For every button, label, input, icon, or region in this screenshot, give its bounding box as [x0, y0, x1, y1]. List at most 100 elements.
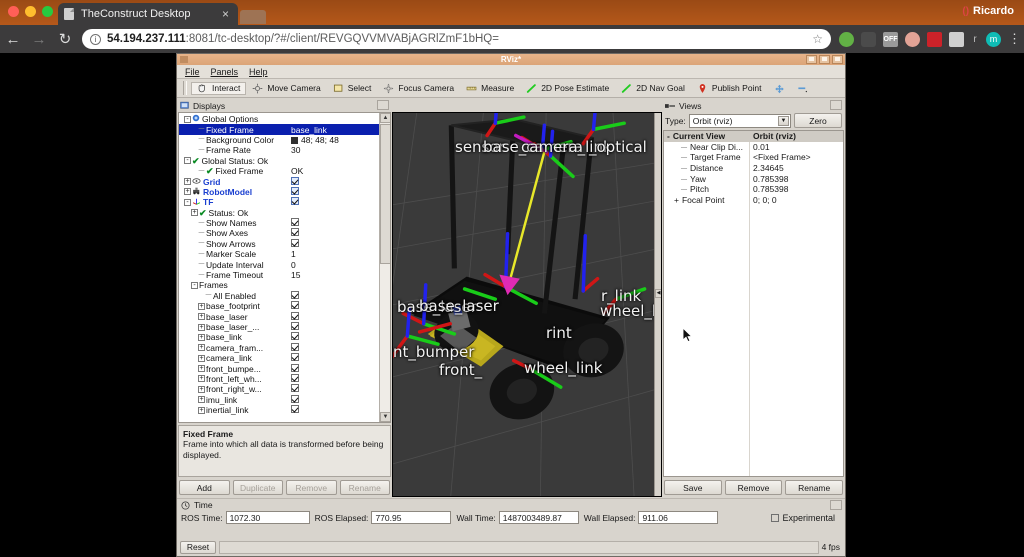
- viewport-right-scrollbar[interactable]: ◀: [654, 113, 661, 496]
- collapse-icon[interactable]: -: [183, 198, 192, 207]
- tool-2d-pose-estimate[interactable]: 2D Pose Estimate: [520, 82, 615, 95]
- display-row[interactable]: ─ Show Arrows: [179, 238, 379, 249]
- display-row-value[interactable]: [291, 186, 299, 197]
- view-property-row[interactable]: ─ Target Frame <Fixed Frame>: [664, 152, 843, 163]
- profile-indicator[interactable]: () Ricardo: [962, 5, 1014, 17]
- add-display-button[interactable]: Add: [179, 480, 230, 495]
- expand-icon[interactable]: +: [197, 312, 206, 321]
- display-row-value[interactable]: [291, 197, 299, 207]
- display-row[interactable]: ─ All Enabled: [179, 290, 379, 301]
- zero-button[interactable]: Zero: [794, 113, 842, 128]
- expand-icon[interactable]: +: [197, 343, 206, 352]
- tool-publish-point[interactable]: Publish Point: [691, 82, 768, 95]
- display-row[interactable]: ─ Show Axes: [179, 228, 379, 238]
- evernote-icon[interactable]: [839, 31, 854, 47]
- view-property-row[interactable]: ─ Distance 2.34645: [664, 163, 843, 174]
- expand-icon[interactable]: +: [183, 177, 192, 186]
- displays-scrollbar[interactable]: ▲ ▼: [379, 113, 390, 422]
- ros-elapsed-input[interactable]: 770.95: [371, 511, 452, 524]
- views-properties-tree[interactable]: - Current View Orbit (rviz) ─ Near Clip Di..…: [663, 130, 844, 477]
- tool-move-camera[interactable]: Move Camera: [246, 82, 326, 95]
- expand-icon[interactable]: +: [197, 364, 206, 373]
- display-row[interactable]: + ✔ Status: Ok: [179, 208, 379, 218]
- mega-icon[interactable]: m: [986, 31, 1001, 47]
- display-row-value[interactable]: [291, 332, 299, 342]
- close-window-button[interactable]: [8, 6, 19, 17]
- back-icon[interactable]: ←: [0, 32, 26, 47]
- display-row[interactable]: + inertial_link: [179, 405, 379, 415]
- display-row[interactable]: - Global Options: [179, 114, 379, 124]
- menu-panels[interactable]: Panels: [211, 67, 239, 77]
- expand-icon[interactable]: +: [197, 302, 206, 311]
- display-row-value[interactable]: [291, 394, 299, 405]
- maximize-window-button[interactable]: [42, 6, 53, 17]
- display-row-value[interactable]: [291, 373, 299, 384]
- display-row-value[interactable]: [291, 405, 299, 415]
- display-row-value[interactable]: [291, 290, 299, 301]
- view-property-row[interactable]: ─ Yaw 0.785398: [664, 173, 843, 184]
- expand-icon[interactable]: +: [197, 354, 206, 363]
- view-property-row[interactable]: ─ Pitch 0.785398: [664, 184, 843, 195]
- views-float-button[interactable]: [830, 100, 842, 110]
- display-row[interactable]: ─ Update Interval 0: [179, 259, 379, 270]
- tool-measure[interactable]: Measure: [460, 82, 520, 95]
- lastpass-icon[interactable]: [927, 31, 942, 47]
- new-tab-button[interactable]: [240, 10, 266, 24]
- viewport-scroll-left-icon[interactable]: ◀: [655, 289, 661, 299]
- view-type-select[interactable]: Orbit (rviz) ▼: [688, 113, 791, 128]
- display-row[interactable]: - TF: [179, 197, 379, 207]
- display-row[interactable]: ─ Fixed Frame base_link: [179, 124, 379, 135]
- tab-close-icon[interactable]: ×: [219, 8, 232, 20]
- display-row-value[interactable]: [291, 384, 299, 394]
- display-row[interactable]: + camera_fram...: [179, 342, 379, 353]
- display-row-value[interactable]: [291, 363, 299, 374]
- expand-icon[interactable]: +: [197, 323, 206, 332]
- window-traffic-lights[interactable]: [8, 6, 53, 17]
- view-property-row[interactable]: ─ Near Clip Di... 0.01: [664, 142, 843, 153]
- view-property-row[interactable]: - Current View Orbit (rviz): [664, 131, 843, 142]
- wall-time-input[interactable]: 1487003489.87: [498, 511, 579, 524]
- address-bar[interactable]: i 54.194.237.111:8081/tc-desktop/?#/clie…: [82, 29, 831, 49]
- peach-circle-icon[interactable]: [905, 31, 920, 47]
- reset-button[interactable]: Reset: [180, 540, 216, 554]
- ros-time-input[interactable]: 1072.30: [225, 511, 310, 524]
- chevron-down-icon[interactable]: ▼: [778, 115, 789, 126]
- display-row[interactable]: + base_laser: [179, 311, 379, 322]
- display-row[interactable]: + camera_link: [179, 353, 379, 363]
- display-row[interactable]: ─ Show Names: [179, 218, 379, 228]
- collapse-icon[interactable]: -: [183, 156, 192, 165]
- display-row[interactable]: - ✔ Global Status: Ok: [179, 156, 379, 166]
- rename-view-button[interactable]: Rename: [785, 480, 844, 495]
- rviz-maximize-icon[interactable]: [819, 55, 830, 64]
- display-row-value[interactable]: [291, 218, 299, 228]
- toolbar-grip[interactable]: [183, 81, 187, 95]
- display-row[interactable]: + imu_link: [179, 394, 379, 405]
- tool-interact[interactable]: Interact: [191, 81, 247, 95]
- collapse-icon[interactable]: -: [190, 281, 199, 290]
- display-row[interactable]: - Frames: [179, 280, 379, 290]
- site-info-icon[interactable]: i: [90, 33, 101, 45]
- display-row[interactable]: + base_link: [179, 332, 379, 342]
- displays-tree[interactable]: - Global Options ─ Fixed Frame base_link ─ Bac…: [179, 113, 379, 422]
- display-row[interactable]: ─ Frame Timeout 15: [179, 270, 379, 280]
- rviz-3d-viewport[interactable]: sensor base_camera camera_link _optical r_li…: [392, 112, 662, 497]
- wall-elapsed-input[interactable]: 911.06: [638, 511, 719, 524]
- buffer-icon[interactable]: [861, 31, 876, 47]
- display-row-value[interactable]: [291, 238, 299, 249]
- display-row[interactable]: ─ ✔ Fixed Frame OK: [179, 166, 379, 176]
- menu-file[interactable]: File: [185, 67, 200, 77]
- display-row-value[interactable]: [291, 176, 299, 187]
- display-row[interactable]: ─ Marker Scale 1: [179, 249, 379, 259]
- tool-select[interactable]: Select: [327, 82, 378, 95]
- bookmark-star-icon[interactable]: ☆: [812, 32, 823, 46]
- remove-view-button[interactable]: Remove: [724, 480, 783, 495]
- display-row[interactable]: + front_bumpe...: [179, 363, 379, 374]
- display-row-value[interactable]: [291, 228, 299, 238]
- display-row-value[interactable]: [291, 311, 299, 322]
- display-row[interactable]: + front_left_wh...: [179, 373, 379, 384]
- scroll-up-icon[interactable]: ▲: [380, 113, 390, 123]
- tool-minus-extra[interactable]: [791, 82, 814, 95]
- monitor-icon[interactable]: [949, 31, 964, 47]
- display-row[interactable]: + Grid: [179, 176, 379, 187]
- minimize-window-button[interactable]: [25, 6, 36, 17]
